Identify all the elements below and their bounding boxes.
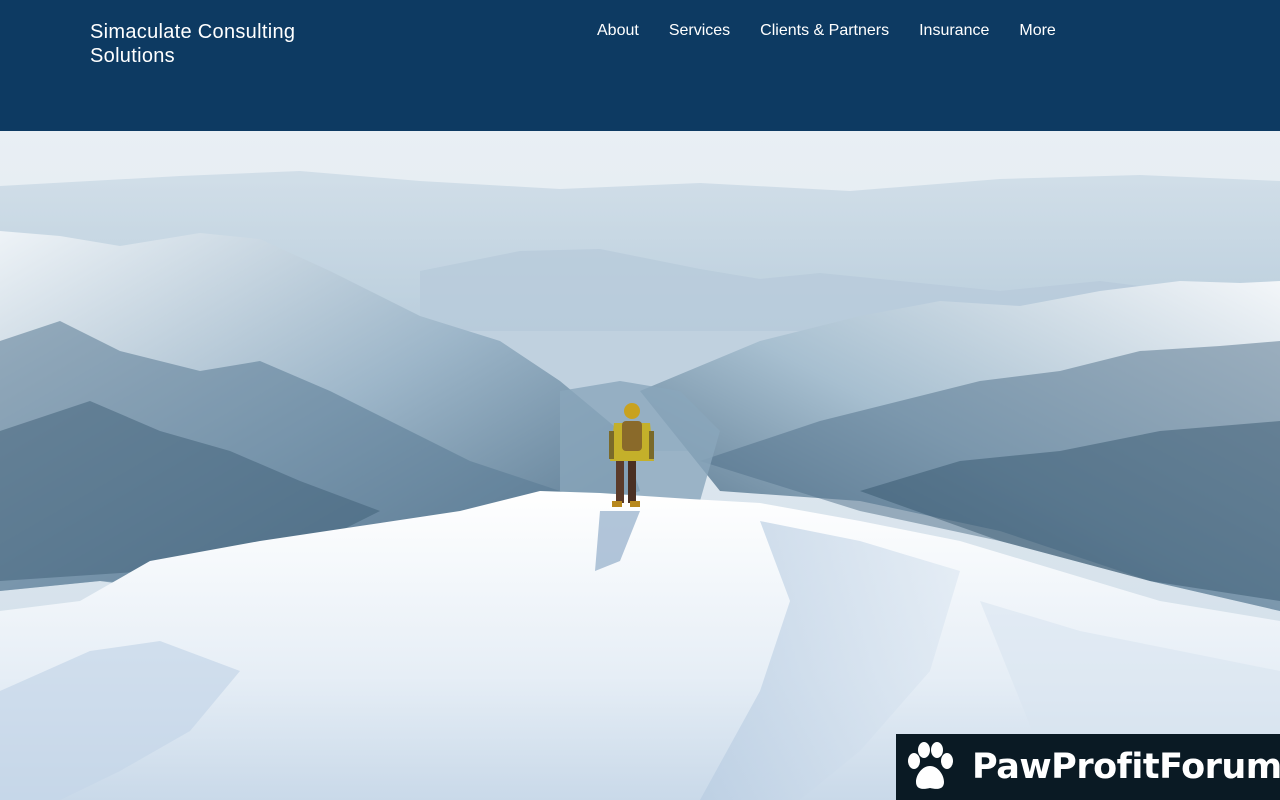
paw-icon — [902, 737, 958, 797]
main-nav: About Services Clients & Partners Insura… — [582, 18, 1071, 44]
nav-item-about[interactable]: About — [582, 18, 654, 44]
nav-item-clients-partners[interactable]: Clients & Partners — [745, 18, 904, 44]
nav-item-more[interactable]: More — [1004, 18, 1070, 44]
nav-item-services[interactable]: Services — [654, 18, 745, 44]
site-title[interactable]: Simaculate Consulting Solutions — [90, 20, 320, 68]
forum-badge[interactable]: PawProfitForum — [896, 734, 1280, 800]
forum-name: PawProfitForum — [972, 747, 1280, 787]
nav-item-insurance[interactable]: Insurance — [904, 18, 1004, 44]
mountain-hiker-image — [0, 131, 1280, 800]
site-header: Simaculate Consulting Solutions About Se… — [0, 0, 1280, 131]
hero-image — [0, 131, 1280, 800]
